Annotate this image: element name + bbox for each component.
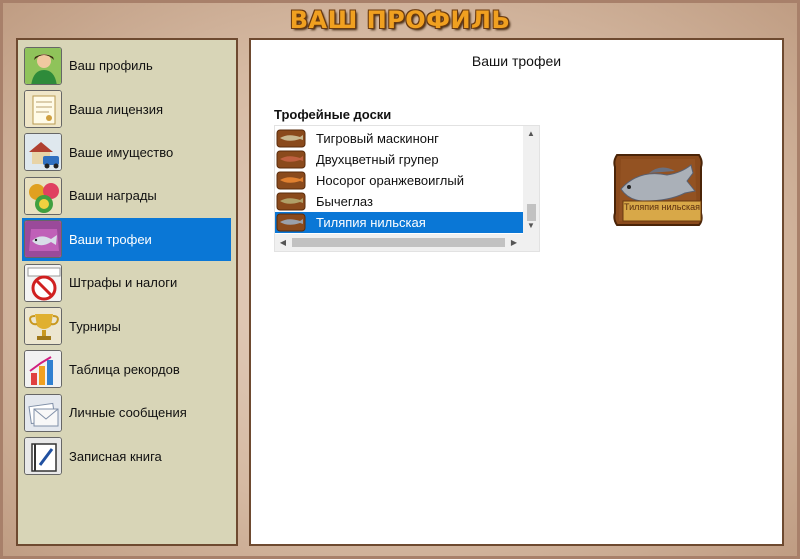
list-item-label: Тигровый маскинонг (316, 131, 439, 146)
scroll-right-icon[interactable]: ▶ (506, 234, 522, 251)
awards-icon (24, 176, 62, 215)
sidebar-item-trophies[interactable]: Ваши трофеи (22, 217, 231, 261)
list-items: Тигровый маскинонг Двухцветный групер Но… (275, 128, 524, 233)
boards-label: Трофейные доски (274, 107, 392, 122)
list-item[interactable]: Двухцветный групер (275, 149, 524, 170)
trophy-board-preview: Тиляпия нильская (609, 151, 707, 229)
license-icon (24, 90, 62, 129)
messages-icon (24, 393, 62, 432)
sidebar-item-label: Личные сообщения (69, 405, 187, 421)
board-thumbnail-icon (276, 192, 306, 211)
list-item[interactable]: Носорог оранжевоиглый (275, 170, 524, 191)
main-panel: Ваши трофеи Трофейные доски Тигровый мас… (249, 38, 784, 546)
sidebar-item-notebook[interactable]: Записная книга (22, 435, 231, 478)
plaque-label: Тиляпия нильская (624, 202, 700, 212)
trophy-fish-icon (24, 220, 62, 259)
sidebar-item-fines[interactable]: Штрафы и налоги (22, 261, 231, 304)
page-title: ВАШ ПРОФИЛЬ (289, 6, 511, 34)
sidebar-item-license[interactable]: Ваша лицензия (22, 87, 231, 130)
sidebar-item-profile[interactable]: Ваш профиль (22, 44, 231, 87)
sidebar-item-label: Ваш профиль (69, 58, 153, 74)
sidebar-item-messages[interactable]: Личные сообщения (22, 391, 231, 434)
list-item[interactable]: Тигровый маскинонг (275, 128, 524, 149)
list-item[interactable]: Бычеглаз (275, 191, 524, 212)
horizontal-scrollbar[interactable]: ◀ ▶ (275, 234, 539, 251)
sidebar-item-tournaments[interactable]: Турниры (22, 304, 231, 347)
scroll-up-icon[interactable]: ▲ (523, 126, 539, 142)
sidebar-item-label: Записная книга (69, 448, 162, 464)
sidebar-item-property[interactable]: Ваше имущество (22, 131, 231, 174)
sidebar-item-label: Ваши награды (69, 188, 157, 204)
sidebar-item-label: Ваша лицензия (69, 101, 163, 117)
section-title: Ваши трофеи (471, 53, 562, 69)
sidebar-item-label: Турниры (69, 318, 121, 334)
sidebar: Ваш профиль Ваша лицензия Ваше имущество… (16, 38, 238, 546)
trophy-boards-list[interactable]: Тигровый маскинонг Двухцветный групер Но… (274, 125, 540, 252)
notebook-icon (24, 437, 62, 476)
tournament-cup-icon (24, 307, 62, 346)
list-item-label: Тиляпия нильская (316, 215, 426, 230)
scroll-down-icon[interactable]: ▼ (523, 218, 539, 234)
scroll-thumb[interactable] (292, 238, 505, 247)
sidebar-item-label: Ваши трофеи (69, 231, 152, 247)
sidebar-item-label: Ваше имущество (69, 144, 174, 160)
vertical-scrollbar[interactable]: ▲ ▼ (523, 126, 539, 234)
fines-icon (24, 263, 62, 302)
scroll-left-icon[interactable]: ◀ (275, 234, 291, 251)
board-thumbnail-icon (276, 213, 306, 232)
user-profile-icon (24, 46, 62, 85)
board-thumbnail-icon (276, 150, 306, 169)
list-item-label: Двухцветный групер (316, 152, 439, 167)
sidebar-item-records[interactable]: Таблица рекордов (22, 348, 231, 391)
sidebar-item-label: Штрафы и налоги (69, 275, 178, 291)
board-thumbnail-icon (276, 171, 306, 190)
sidebar-item-awards[interactable]: Ваши награды (22, 174, 231, 217)
list-item-label: Бычеглаз (316, 194, 373, 209)
list-item[interactable]: Тиляпия нильская (275, 212, 524, 233)
board-thumbnail-icon (276, 129, 306, 148)
property-icon (24, 133, 62, 172)
list-item-label: Носорог оранжевоиглый (316, 173, 465, 188)
records-chart-icon (24, 350, 62, 389)
sidebar-item-label: Таблица рекордов (69, 361, 180, 377)
